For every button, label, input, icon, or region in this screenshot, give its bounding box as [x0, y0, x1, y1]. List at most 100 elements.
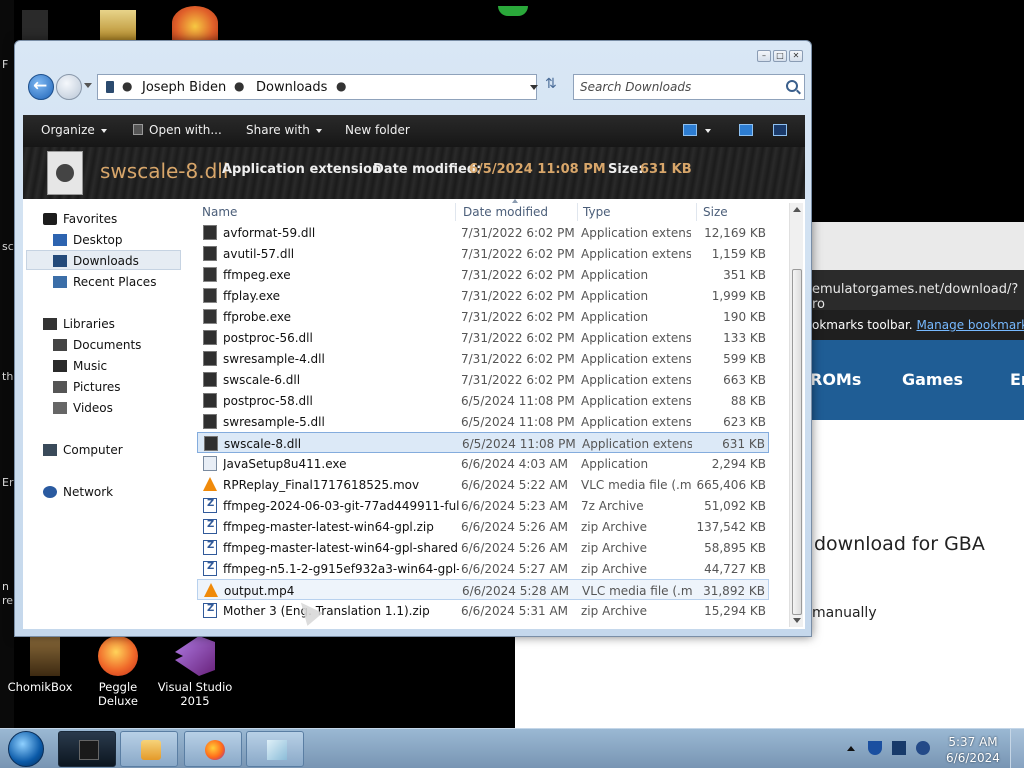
column-header-date[interactable]: Date modified — [463, 205, 548, 219]
file-row[interactable]: ffmpeg-master-latest-win64-gpl.zip 6/6/20… — [197, 516, 769, 537]
back-button[interactable] — [28, 74, 54, 100]
column-header-name[interactable]: Name — [202, 205, 237, 219]
column-divider[interactable] — [455, 203, 456, 221]
file-name: ffprobe.exe — [223, 310, 291, 324]
file-row[interactable]: avformat-59.dll 7/31/2022 6:02 PM Applicat… — [197, 222, 769, 243]
nav-music[interactable]: Music — [53, 359, 107, 373]
taskbar-app-button[interactable] — [58, 731, 116, 767]
organize-button[interactable]: Organize — [41, 123, 107, 137]
taskbar: 5:37 AM 6/6/2024 — [0, 728, 1024, 768]
search-box[interactable] — [573, 74, 805, 100]
address-dropdown[interactable] — [530, 85, 538, 90]
taskbar-firefox-button[interactable] — [184, 731, 242, 767]
nav-computer[interactable]: Computer — [43, 443, 123, 457]
file-row[interactable]: Mother 3 (Eng. Translation 1.1).zip 6/6/2… — [197, 600, 769, 621]
file-date: 7/31/2022 6:02 PM — [461, 268, 575, 282]
forward-button[interactable] — [56, 74, 82, 100]
file-row[interactable]: swscale-8.dll 6/5/2024 11:08 PM Applicatio… — [197, 432, 769, 453]
file-name: swscale-8.dll — [224, 437, 302, 451]
shield-icon[interactable] — [868, 741, 882, 755]
scroll-down-icon[interactable] — [793, 618, 801, 623]
preview-pane-icon[interactable] — [739, 124, 753, 136]
file-row[interactable]: swresample-5.dll 6/5/2024 11:08 PM Applica… — [197, 411, 769, 432]
nav-link-roms[interactable]: ROMs — [810, 370, 861, 389]
address-bar[interactable]: ● Joseph Biden ● Downloads ● — [97, 74, 538, 100]
refresh-icon[interactable]: ⇅ — [545, 76, 563, 94]
nav-documents[interactable]: Documents — [53, 338, 141, 352]
taskbar-explorer-button[interactable] — [120, 731, 178, 767]
change-view-icon[interactable] — [683, 124, 697, 136]
manage-bookmarks-link[interactable]: Manage bookmarks... — [916, 318, 1024, 332]
bookmarks-toolbar: okmarks toolbar. Manage bookmarks... — [812, 310, 1024, 340]
breadcrumb-separator[interactable]: ● — [122, 79, 132, 93]
system-clock[interactable]: 5:37 AM 6/6/2024 — [940, 734, 1006, 766]
breadcrumb-separator[interactable]: ● — [234, 79, 244, 93]
breadcrumb-separator[interactable]: ● — [336, 79, 346, 93]
file-row[interactable]: ffmpeg-master-latest-win64-gpl-shared...… — [197, 537, 769, 558]
share-with-button[interactable]: Share with — [246, 123, 322, 137]
maximize-button[interactable]: □ — [773, 50, 787, 62]
help-icon[interactable] — [773, 124, 787, 136]
breadcrumb-downloads[interactable]: Downloads — [256, 80, 327, 95]
column-header-type[interactable]: Type — [583, 205, 611, 219]
nav-link-partial[interactable]: Er — [1010, 370, 1024, 389]
file-row[interactable]: ffmpeg-2024-06-03-git-77ad449911-full_..… — [197, 495, 769, 516]
column-header-size[interactable]: Size — [703, 205, 728, 219]
file-row[interactable]: output.mp4 6/6/2024 5:28 AM VLC media file… — [197, 579, 769, 600]
minimize-button[interactable]: – — [757, 50, 771, 62]
search-icon[interactable] — [786, 80, 798, 92]
scroll-up-icon[interactable] — [793, 207, 801, 212]
file-type: zip Archive — [581, 604, 647, 618]
nav-desktop[interactable]: Desktop — [53, 233, 123, 247]
file-row[interactable]: ffplay.exe 7/31/2022 6:02 PM Application 1,… — [197, 285, 769, 306]
desktop-icon-chomikbox[interactable]: ChomikBox — [0, 636, 80, 694]
desktop-icon-peggle[interactable]: Peggle Deluxe — [78, 636, 158, 708]
column-divider[interactable] — [577, 203, 578, 221]
show-hidden-icons-icon[interactable] — [847, 746, 855, 751]
nav-favorites[interactable]: Favorites — [43, 212, 117, 226]
breadcrumb-user[interactable]: Joseph Biden — [142, 80, 226, 95]
downloads-icon — [53, 255, 67, 267]
app-icon — [267, 740, 287, 760]
view-dropdown-icon[interactable] — [705, 129, 711, 133]
open-with-button[interactable]: Open with... — [133, 123, 222, 137]
taskbar-app-button[interactable] — [246, 731, 304, 767]
show-desktop-button[interactable] — [1010, 729, 1024, 768]
file-row[interactable]: ffmpeg.exe 7/31/2022 6:02 PM Application 35… — [197, 264, 769, 285]
file-row[interactable]: swresample-4.dll 7/31/2022 6:02 PM Applica… — [197, 348, 769, 369]
desktop-icon-partial-top-2[interactable] — [172, 6, 218, 40]
explorer-window[interactable]: – □ ✕ ● Joseph Biden ● Downloads ● ⇅ Org… — [14, 40, 812, 637]
file-name: ffmpeg-n5.1-2-g915ef932a3-win64-gpl-s... — [223, 562, 459, 576]
new-folder-button[interactable]: New folder — [345, 123, 410, 137]
scrollbar-thumb[interactable] — [792, 269, 802, 615]
volume-icon[interactable] — [916, 741, 930, 755]
nav-videos[interactable]: Videos — [53, 401, 113, 415]
close-button[interactable]: ✕ — [789, 50, 803, 62]
file-row[interactable]: swscale-6.dll 7/31/2022 6:02 PM Applicatio… — [197, 369, 769, 390]
display-icon[interactable] — [892, 741, 906, 755]
column-divider[interactable] — [696, 203, 697, 221]
nav-pictures[interactable]: Pictures — [53, 380, 121, 394]
vertical-scrollbar[interactable] — [789, 203, 803, 627]
file-row[interactable]: ffmpeg-n5.1-2-g915ef932a3-win64-gpl-s...… — [197, 558, 769, 579]
start-button[interactable] — [8, 731, 44, 767]
file-thumbnail-icon — [47, 151, 83, 195]
recent-pages-dropdown[interactable] — [84, 83, 92, 88]
browser-url-bar[interactable]: emulatorgames.net/download/?ro — [812, 270, 1024, 312]
search-input[interactable] — [580, 79, 780, 95]
nav-link-games[interactable]: Games — [902, 370, 963, 389]
file-row[interactable]: avutil-57.dll 7/31/2022 6:02 PM Applicatio… — [197, 243, 769, 264]
file-name: ffmpeg-2024-06-03-git-77ad449911-full_..… — [223, 499, 459, 513]
nav-downloads[interactable]: Downloads — [53, 254, 139, 268]
nav-network[interactable]: Network — [43, 485, 113, 499]
file-row[interactable]: postproc-56.dll 7/31/2022 6:02 PM Applicat… — [197, 327, 769, 348]
file-row[interactable]: postproc-58.dll 6/5/2024 11:08 PM Applicat… — [197, 390, 769, 411]
nav-label: Libraries — [63, 317, 115, 331]
desktop-icon-visual-studio[interactable]: Visual Studio 2015 — [155, 636, 235, 708]
nav-recent-places[interactable]: Recent Places — [53, 275, 156, 289]
file-row[interactable]: RPReplay_Final1717618525.mov 6/6/2024 5:2… — [197, 474, 769, 495]
nav-libraries[interactable]: Libraries — [43, 317, 115, 331]
desktop-icon-partial-top-1[interactable] — [100, 10, 136, 40]
file-row[interactable]: ffprobe.exe 7/31/2022 6:02 PM Application 1… — [197, 306, 769, 327]
file-row[interactable]: JavaSetup8u411.exe 6/6/2024 4:03 AM Applic… — [197, 453, 769, 474]
